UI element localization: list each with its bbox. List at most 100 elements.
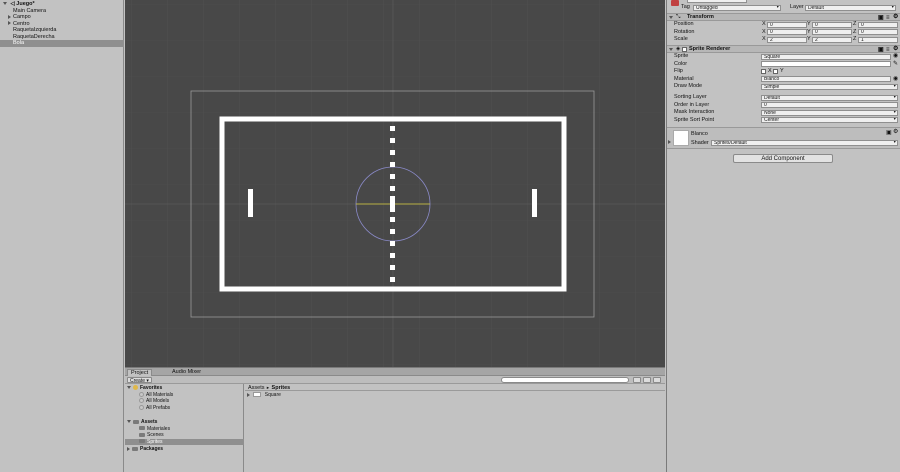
- filter-type-icon[interactable]: [633, 377, 641, 383]
- transform-header[interactable]: ⤡ Transform ▣ ≡ ⚙: [667, 13, 900, 21]
- draw-mode-dropdown[interactable]: Simple: [761, 83, 898, 90]
- rotation-z-field[interactable]: 0: [858, 29, 898, 35]
- enabled-checkbox[interactable]: [682, 47, 687, 52]
- project-asset-area: Assets ► Sprites Square: [245, 384, 665, 472]
- hierarchy-item-bola[interactable]: Bola: [0, 40, 124, 47]
- breadcrumb-assets[interactable]: Assets: [248, 385, 265, 391]
- favorite-star-icon[interactable]: [653, 377, 661, 383]
- position-x-field[interactable]: 0: [767, 21, 807, 28]
- favorites-item-label: All Materials: [146, 391, 174, 398]
- object-picker-icon[interactable]: ◉: [893, 76, 898, 82]
- field-value: 0: [764, 102, 767, 108]
- asset-item-square[interactable]: Square: [247, 392, 327, 399]
- order-in-layer-field[interactable]: 0: [761, 102, 898, 108]
- position-y-field[interactable]: 0: [812, 21, 852, 28]
- sprite-object-field[interactable]: Square: [761, 53, 891, 60]
- shader-dropdown[interactable]: Sprites/Default: [711, 139, 898, 146]
- expand-arrow-icon[interactable]: [8, 21, 11, 26]
- position-label: Position: [674, 21, 694, 27]
- create-button[interactable]: Create ▾: [127, 377, 152, 384]
- tag-label: Tag: [681, 4, 690, 10]
- sprite-renderer-header[interactable]: ◈ Sprite Renderer ▣ ≡ ⚙: [667, 45, 900, 53]
- expand-arrow-icon[interactable]: [127, 386, 131, 390]
- folder-label: Scenes: [147, 432, 164, 438]
- expand-arrow-icon[interactable]: [127, 420, 131, 424]
- hierarchy-item-label: Centro: [13, 20, 30, 27]
- axis-z-label[interactable]: Z: [853, 21, 856, 28]
- project-folder-tree: Favorites All Materials All Models All P…: [125, 384, 244, 472]
- tab-project[interactable]: Project: [127, 369, 153, 376]
- draw-mode-row: Draw Mode Simple: [667, 83, 900, 90]
- axis-y-label[interactable]: Y: [807, 29, 811, 36]
- material-object-field[interactable]: Blanco: [761, 76, 891, 82]
- gear-icon[interactable]: ⚙: [893, 129, 898, 135]
- position-z-field[interactable]: 0: [858, 21, 898, 28]
- paddle-left[interactable]: [248, 189, 253, 217]
- axis-x-label[interactable]: X: [762, 21, 766, 28]
- sprite-sort-point-row: Sprite Sort Point Center: [667, 117, 900, 124]
- scale-z-field[interactable]: 1: [858, 36, 898, 43]
- search-icon: [139, 398, 144, 404]
- scene-name: Juego*: [16, 1, 35, 7]
- scale-y-field[interactable]: 2: [812, 36, 852, 43]
- scene-canvas[interactable]: [125, 0, 665, 367]
- scene-view[interactable]: [125, 0, 665, 367]
- collapse-arrow-icon[interactable]: [669, 48, 673, 51]
- axis-z-label[interactable]: Z: [853, 29, 856, 36]
- expand-arrow-icon[interactable]: [8, 14, 11, 19]
- gear-icon[interactable]: ⚙: [893, 46, 898, 52]
- add-component-button[interactable]: Add Component: [733, 154, 833, 163]
- scale-x-field[interactable]: 2: [767, 36, 807, 43]
- field-value: 0: [815, 21, 818, 28]
- sprite-sort-point-dropdown[interactable]: Center: [761, 117, 898, 123]
- unity-scene-icon: ◁: [10, 1, 15, 7]
- expand-arrow-icon[interactable]: [668, 140, 671, 144]
- eyedropper-icon[interactable]: ✎: [893, 61, 898, 67]
- hierarchy-item-label: Main Camera: [13, 7, 47, 14]
- sprite-renderer-title: Sprite Renderer: [689, 46, 731, 52]
- gear-icon[interactable]: ⚙: [893, 14, 898, 20]
- collapse-arrow-icon[interactable]: [669, 16, 673, 19]
- rotation-y-field[interactable]: 0: [812, 29, 852, 35]
- packages-row[interactable]: Packages: [125, 446, 244, 453]
- flip-y-label: Y: [780, 68, 784, 74]
- hierarchy-panel: ◁ Juego* Main Camera Campo Centro Raquet…: [0, 0, 124, 472]
- folder-item-sprites[interactable]: Sprites: [125, 438, 244, 445]
- axis-x-label[interactable]: X: [762, 36, 766, 43]
- expand-arrow-icon[interactable]: [127, 446, 130, 451]
- mask-interaction-dropdown[interactable]: None: [761, 109, 898, 116]
- name-field[interactable]: [687, 0, 747, 3]
- tab-audio-mixer[interactable]: Audio Mixer: [169, 369, 204, 376]
- search-input[interactable]: [501, 377, 629, 383]
- axis-y-label[interactable]: Y: [807, 21, 811, 28]
- tag-dropdown[interactable]: Untagged: [693, 4, 781, 11]
- inspector-panel: Tag Untagged Layer Default ⤡ Transform ▣…: [666, 0, 900, 472]
- axis-z-label[interactable]: Z: [853, 36, 856, 43]
- sprite-renderer-icon: ◈: [676, 46, 681, 52]
- packages-label: Packages: [140, 446, 164, 452]
- filter-label-icon[interactable]: [643, 377, 651, 383]
- hierarchy-item-label: RaquetaIzquierda: [13, 27, 57, 33]
- tab-label: Audio Mixer: [172, 369, 202, 375]
- favorites-item[interactable]: All Prefabs: [125, 405, 244, 412]
- layer-dropdown[interactable]: Default: [805, 4, 896, 11]
- expand-arrow-icon[interactable]: [3, 2, 7, 6]
- material-section: Blanco Shader Sprites/Default ▣ ⚙: [667, 127, 900, 149]
- breadcrumb-sprites[interactable]: Sprites: [272, 385, 291, 391]
- rotation-label: Rotation: [674, 28, 695, 35]
- expand-arrow-icon[interactable]: [247, 392, 250, 397]
- color-swatch[interactable]: [761, 61, 891, 67]
- paddle-right[interactable]: [532, 189, 537, 217]
- object-picker-icon[interactable]: ◉: [893, 53, 898, 59]
- axis-x-label[interactable]: X: [762, 29, 766, 36]
- sorting-layer-dropdown[interactable]: Default: [761, 94, 898, 101]
- folder-icon: [139, 439, 145, 444]
- field-value: 0: [861, 29, 864, 35]
- field-value: None: [764, 109, 776, 116]
- rotation-x-field[interactable]: 0: [767, 29, 807, 35]
- axis-y-label[interactable]: Y: [807, 36, 811, 43]
- flip-row: Flip X Y: [667, 68, 900, 75]
- help-icon[interactable]: ▣: [886, 130, 892, 136]
- flip-x-checkbox[interactable]: [761, 69, 766, 74]
- flip-y-checkbox[interactable]: [773, 69, 778, 74]
